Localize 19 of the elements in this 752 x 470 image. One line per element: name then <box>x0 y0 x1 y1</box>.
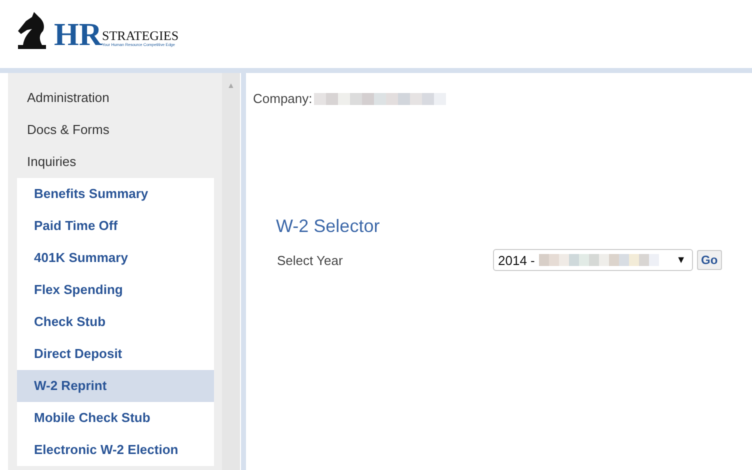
field-label: Select Year <box>277 252 344 268</box>
logo-text: HR <box>54 19 102 49</box>
sidebar-item[interactable]: Check Stub <box>17 306 214 338</box>
sidebar-item[interactable]: Inquiries <box>8 146 222 178</box>
sidebar-item[interactable]: Electronic W-2 Election <box>17 434 214 466</box>
sidebar-item[interactable]: Flex Spending <box>17 274 214 306</box>
year-dropdown[interactable]: 2014 - ▼ <box>493 249 693 271</box>
sidebar-item[interactable]: Mobile Check Stub <box>17 402 214 434</box>
logo-text: STRATEGIES <box>102 29 179 42</box>
sidebar-item[interactable]: Docs & Forms <box>8 114 222 146</box>
sidebar-item[interactable]: Paid Time Off <box>17 210 214 242</box>
sidebar-item[interactable]: Benefits Summary <box>17 178 214 210</box>
go-button[interactable]: Go <box>697 250 722 270</box>
sidebar-item[interactable]: Administration <box>8 82 222 114</box>
sidebar-item[interactable]: W-2 Reprint <box>17 370 214 402</box>
company-label: Company: <box>253 91 312 106</box>
sidebar-item[interactable]: 401K Summary <box>17 242 214 274</box>
sidebar-item[interactable]: Direct Deposit <box>17 338 214 370</box>
section-title: W-2 Selector <box>276 216 381 237</box>
